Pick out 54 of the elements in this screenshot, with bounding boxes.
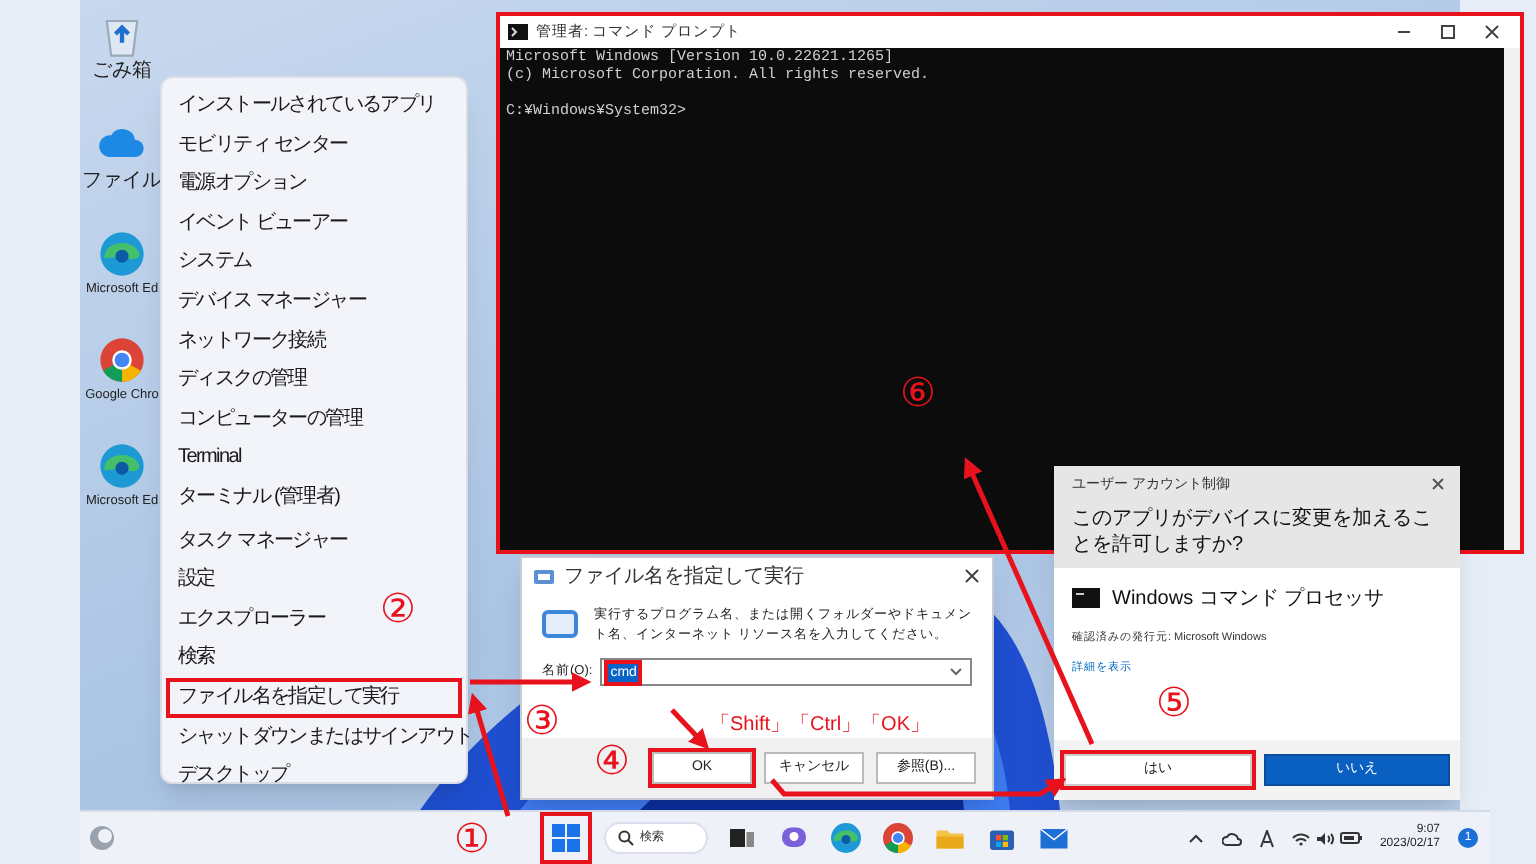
step-number: ② <box>380 588 416 632</box>
menu-item[interactable]: イベント ビューアー <box>166 203 360 243</box>
close-icon[interactable] <box>1432 478 1444 490</box>
battery-icon[interactable] <box>1339 832 1362 844</box>
step-number: ③ <box>524 700 560 744</box>
menu-item[interactable]: 電源オプション <box>166 164 319 204</box>
console-icon <box>508 24 528 40</box>
browser-icon[interactable] <box>880 820 916 856</box>
chevron-down-icon[interactable] <box>950 668 962 676</box>
step-number: ④ <box>594 740 630 784</box>
start-button[interactable] <box>544 816 588 860</box>
menu-item[interactable]: ファイル名を指定して実行 <box>166 677 462 717</box>
browser-icon[interactable] <box>96 440 148 492</box>
menu-item[interactable]: シャットダウンまたはサインアウト <box>166 717 485 757</box>
chevron-up-icon[interactable] <box>1187 832 1204 844</box>
menu-item[interactable]: 検索 <box>166 638 227 678</box>
key-hint-text: 「Shift」「Ctrl」「OK」 <box>710 711 931 740</box>
cloud-icon[interactable] <box>1221 831 1242 845</box>
close-icon[interactable] <box>1484 24 1500 40</box>
font-a-icon[interactable] <box>1259 829 1274 847</box>
step-number: ⑥ <box>900 372 936 416</box>
menu-item[interactable]: コンピューターの管理 <box>166 399 375 439</box>
menu-item[interactable]: モビリティ センター <box>166 125 360 165</box>
step-number: ⑤ <box>1156 682 1192 726</box>
browser-icon[interactable] <box>96 228 148 280</box>
menu-item[interactable]: ディスクの管理 <box>166 360 319 400</box>
app-name: Windows コマンド プロセッサ <box>1112 585 1385 613</box>
browser-icon[interactable] <box>95 334 148 386</box>
step-number: ① <box>454 818 490 862</box>
menu-item[interactable]: タスク マネージャー <box>166 521 360 561</box>
dialog-title: ファイル名を指定して実行 <box>564 563 804 591</box>
scrollbar[interactable] <box>1504 48 1520 550</box>
search-icon <box>618 830 634 846</box>
menu-item[interactable]: デバイス マネージャー <box>166 281 378 322</box>
desktop-icon-label[interactable]: ごみ箱 <box>92 60 152 84</box>
menu-item[interactable]: エクスプローラー <box>166 599 338 639</box>
menu-item[interactable]: Terminal <box>166 438 253 478</box>
run-icon <box>542 610 578 638</box>
speaker-icon[interactable] <box>1315 831 1334 845</box>
windows-logo-icon <box>552 824 580 852</box>
menu-item[interactable]: ターミナル (管理者) <box>166 477 352 518</box>
maximize-icon[interactable] <box>1440 24 1456 40</box>
menu-item[interactable]: 設定 <box>166 560 227 600</box>
menu-item[interactable]: インストールされているアプリ <box>166 86 448 126</box>
console-icon <box>1072 588 1100 608</box>
menu-item[interactable]: デスクトップ <box>166 756 301 796</box>
run-icon <box>534 569 554 583</box>
annotation-arrow <box>670 708 710 750</box>
close-icon[interactable] <box>964 568 980 584</box>
dialog-question: このアプリがデバイスに変更を加えることを許可しますか? <box>1072 505 1434 557</box>
menu-item[interactable]: ネットワーク接続 <box>166 321 338 361</box>
browser-icon[interactable] <box>828 820 864 856</box>
menu-item[interactable]: システム <box>166 242 264 282</box>
wifi-icon[interactable] <box>1291 831 1310 845</box>
